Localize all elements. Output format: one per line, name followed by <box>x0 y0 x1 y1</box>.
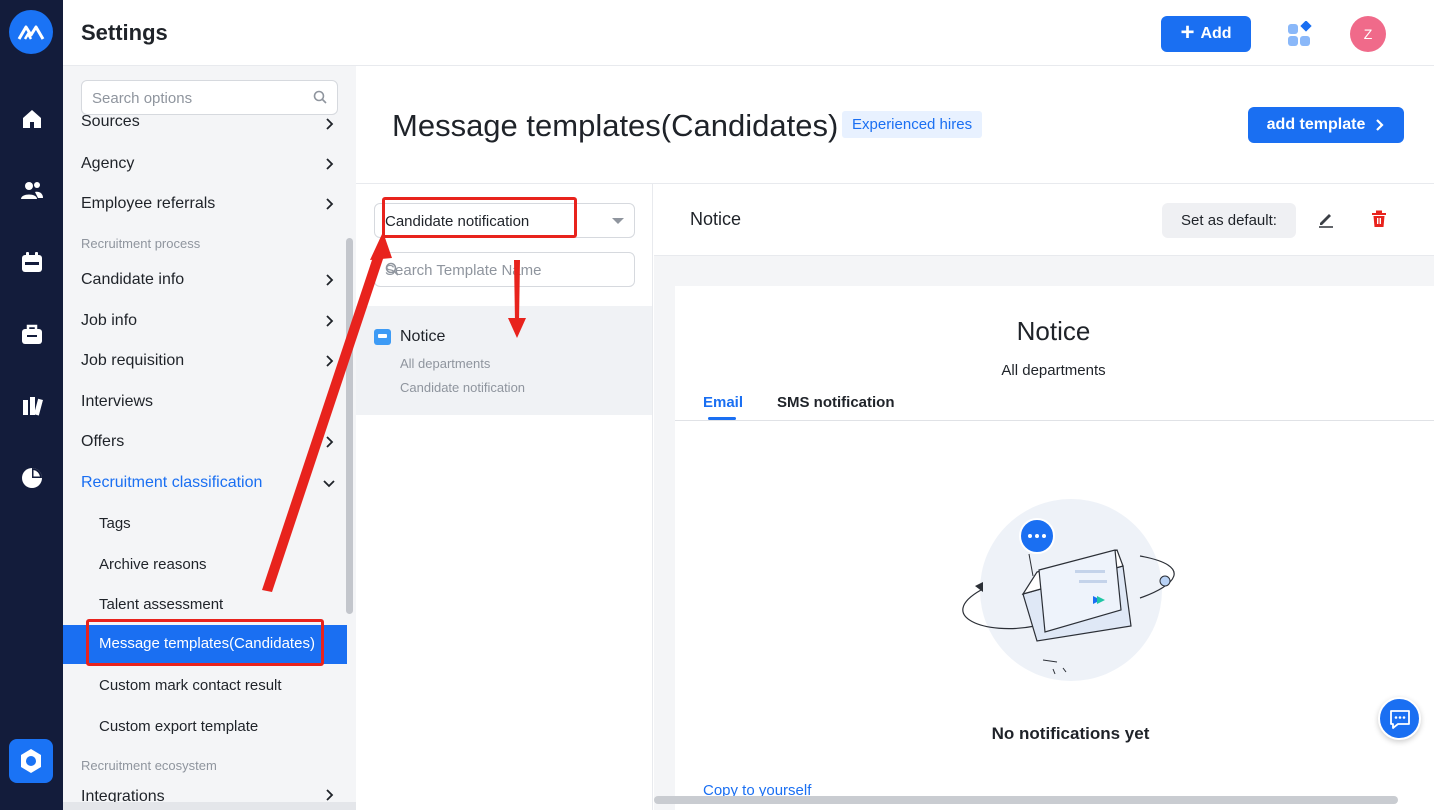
sidebar-subitem-tags[interactable]: Tags <box>99 515 131 532</box>
search-options-placeholder: Search options <box>92 90 193 107</box>
annotation-highlight-template-select <box>382 197 577 238</box>
empty-state-text: No notifications yet <box>991 724 1150 743</box>
preview-department: All departments <box>1001 362 1106 379</box>
sidebar-subitem-custom-mark-contact-result[interactable]: Custom mark contact result <box>99 677 282 694</box>
caret-down-icon <box>612 218 624 224</box>
preview-title: Notice <box>1016 316 1091 346</box>
sidebar-item-label: Sources <box>81 113 140 130</box>
briefcase-icon[interactable] <box>19 321 45 347</box>
app-logo[interactable] <box>9 10 53 54</box>
settings-sidebar: Search options Sources Agency Employee r… <box>63 66 356 810</box>
sidebar-item-label: Interviews <box>81 393 154 410</box>
sidebar-item-candidate-info[interactable]: Candidate info <box>81 266 336 294</box>
library-icon[interactable] <box>19 393 45 419</box>
chevron-right-icon <box>326 789 334 801</box>
template-detail-panel: Notice Set as default: Notice All depart… <box>654 184 1434 810</box>
template-department: All departments <box>400 356 491 371</box>
add-template-button[interactable]: add template <box>1248 107 1404 143</box>
trash-icon[interactable] <box>1371 210 1387 233</box>
chat-bubble-icon <box>1389 709 1410 729</box>
sidebar-item-label: Candidate info <box>81 271 185 288</box>
sidebar-item-recruitment-classification[interactable]: Recruitment classification <box>81 469 336 497</box>
empty-state-illustration-icon <box>962 499 1175 681</box>
home-icon[interactable] <box>19 106 45 132</box>
template-preview-card: Notice All departments Email SMS notific… <box>675 286 1434 810</box>
sidebar-item-agency[interactable]: Agency <box>81 150 336 178</box>
detail-title: Notice <box>690 209 742 229</box>
plus-icon: + <box>1180 19 1195 46</box>
sidebar-item-integrations[interactable]: Integrations <box>81 788 336 802</box>
sidebar-item-label: Employee referrals <box>81 195 216 212</box>
page-title: Message templates(Candidates) <box>392 108 839 143</box>
detail-header: Notice Set as default: <box>654 184 1434 256</box>
sidebar-bottom-scrollbar[interactable] <box>63 802 356 810</box>
sidebar-item-job-info[interactable]: Job info <box>81 307 336 335</box>
chevron-right-icon <box>326 396 334 408</box>
group-recruitment-ecosystem: Recruitment ecosystem <box>81 758 217 773</box>
hire-type-tag: Experienced hires <box>842 111 983 138</box>
calendar-icon[interactable] <box>19 249 45 275</box>
add-button-label: Add <box>1200 25 1232 42</box>
edit-pencil-icon[interactable] <box>1317 210 1335 233</box>
sidebar-item-label: Agency <box>81 155 135 172</box>
template-type: Candidate notification <box>400 380 526 395</box>
sidebar-item-label: Integrations <box>81 788 165 802</box>
sidebar-item-employee-referrals[interactable]: Employee referrals <box>81 190 336 218</box>
people-icon[interactable] <box>19 177 45 203</box>
tab-sms-notification[interactable]: SMS notification <box>777 394 895 411</box>
sidebar-item-label: Job info <box>81 312 138 329</box>
top-header: Settings + Add Z <box>63 0 1434 66</box>
search-icon <box>313 90 327 109</box>
chevron-right-icon <box>326 274 334 286</box>
apps-grid-icon[interactable] <box>1288 20 1314 47</box>
sidebar-subitem-archive-reasons[interactable]: Archive reasons <box>99 556 207 573</box>
chevron-right-icon <box>326 355 334 367</box>
chevron-right-icon <box>326 315 334 327</box>
template-list-panel: Candidate notification Search Template N… <box>356 184 653 810</box>
page-header-title: Settings <box>81 20 168 45</box>
tab-email[interactable]: Email <box>703 394 743 411</box>
message-bubble-icon <box>374 329 391 345</box>
sidebar-item-label: Offers <box>81 433 125 450</box>
add-button[interactable]: + Add <box>1161 16 1251 52</box>
logo-mark-icon <box>17 25 45 40</box>
horizontal-scrollbar[interactable] <box>654 796 1398 804</box>
chevron-right-icon <box>326 158 334 170</box>
sidebar-item-job-requisition[interactable]: Job requisition <box>81 347 336 375</box>
template-name: Notice <box>400 328 446 345</box>
channel-tabs: Email SMS notification <box>675 390 1434 421</box>
sidebar-subitem-talent-assessment[interactable]: Talent assessment <box>99 596 223 613</box>
template-search-input[interactable]: Search Template Name <box>374 252 635 287</box>
set-default-button[interactable]: Set as default: <box>1162 203 1296 238</box>
sidebar-subitem-custom-export-template[interactable]: Custom export template <box>99 718 258 735</box>
sidebar-item-label: Job requisition <box>81 352 185 369</box>
chevron-down-icon <box>323 480 335 488</box>
group-recruitment-process: Recruitment process <box>81 236 201 251</box>
chevron-right-icon <box>326 436 334 448</box>
settings-icon[interactable] <box>9 739 53 783</box>
app-rail <box>0 0 63 810</box>
active-tab-indicator <box>708 417 736 420</box>
main-content: Message templates(Candidates) Experience… <box>356 66 1434 810</box>
sidebar-scrollbar[interactable] <box>346 238 353 614</box>
chevron-right-icon <box>326 198 334 210</box>
chat-support-button[interactable] <box>1378 697 1421 740</box>
template-list-item[interactable]: Notice All departments Candidate notific… <box>356 306 652 415</box>
avatar[interactable]: Z <box>1350 16 1386 52</box>
add-template-label: add template <box>1266 116 1366 133</box>
sidebar-item-label: Recruitment classification <box>81 474 263 491</box>
sidebar-item-sources[interactable]: Sources <box>81 110 336 138</box>
pie-chart-icon[interactable] <box>19 465 45 491</box>
search-icon <box>385 262 624 280</box>
sidebar-item-offers[interactable]: Offers <box>81 428 336 456</box>
sidebar-item-interviews[interactable]: Interviews <box>81 388 336 416</box>
chevron-right-icon <box>1376 119 1384 131</box>
annotation-highlight-message-templates <box>86 619 324 666</box>
chevron-right-icon <box>326 118 334 130</box>
